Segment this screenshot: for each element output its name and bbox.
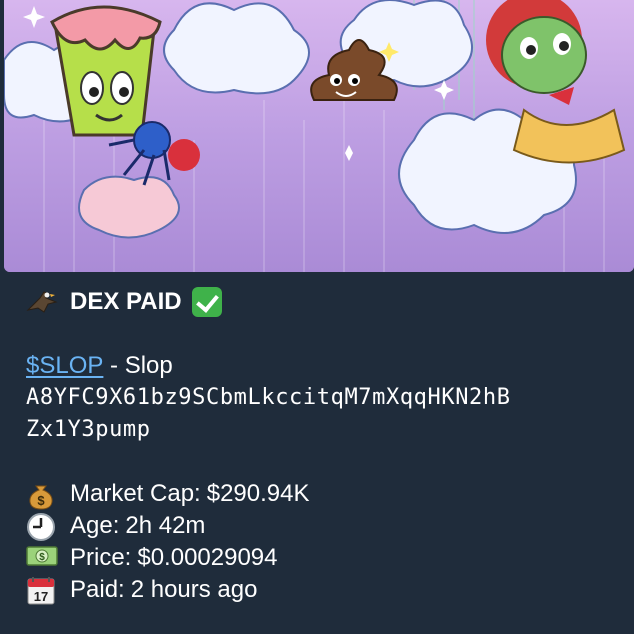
stat-price: $ Price: $0.00029094 (26, 542, 626, 574)
stat-age: Age: 2h 42m (26, 510, 626, 542)
contract-address-line-2[interactable]: Zx1Y3pump (26, 414, 626, 446)
svg-text:17: 17 (34, 589, 48, 604)
stat-value: $0.00029094 (137, 544, 278, 571)
stat-label: Age: (70, 512, 120, 539)
ticker-link[interactable]: $SLOP (26, 350, 103, 382)
dollar-banknote-icon: $ (26, 544, 58, 572)
stat-market-cap: $ Market Cap: $290.94K (26, 478, 626, 510)
stat-label: Paid: (70, 576, 125, 603)
calendar-icon: 17 (26, 576, 56, 605)
stat-value: 2h 42m (125, 512, 206, 539)
stat-label: Market Cap: (70, 480, 201, 507)
stat-value: 2 hours ago (130, 576, 258, 603)
clock-icon (26, 512, 56, 541)
eagle-icon (26, 288, 58, 316)
banner-artwork (4, 0, 634, 272)
money-bag-icon: $ (26, 480, 56, 510)
stat-label: Price: (70, 544, 132, 571)
message-text: DEX PAID $SLOP - Slop A8YFC9X61bz9SCbmLk… (26, 286, 626, 606)
ticker-separator: - (103, 352, 125, 379)
svg-text:$: $ (37, 493, 45, 508)
message-bubble: DEX PAID $SLOP - Slop A8YFC9X61bz9SCbmLk… (0, 0, 634, 634)
header-line: DEX PAID (26, 286, 626, 318)
stat-value: $290.94K (206, 480, 310, 507)
token-name: Slop (124, 352, 173, 379)
check-mark-button-icon (191, 287, 222, 317)
stat-paid: 17 Paid: 2 hours ago (26, 574, 626, 606)
token-line: $SLOP - Slop (26, 350, 626, 382)
banner-image[interactable] (4, 0, 634, 272)
contract-address-line-1[interactable]: A8YFC9X61bz9SCbmLkccitqM7mXqqHKN2hB (26, 382, 626, 414)
header-title: DEX PAID (70, 288, 182, 315)
svg-text:$: $ (39, 552, 45, 563)
